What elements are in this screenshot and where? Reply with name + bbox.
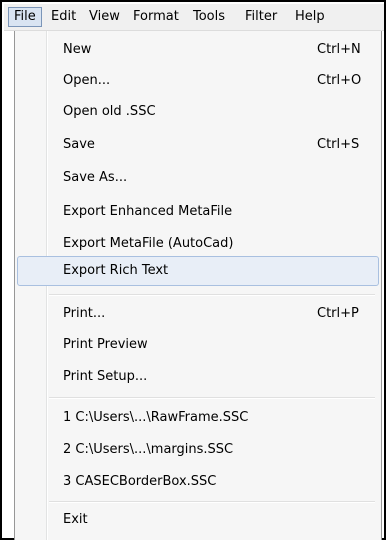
menu-separator xyxy=(49,294,375,296)
menu-item-label: Export Rich Text xyxy=(63,263,169,278)
menu-tools[interactable]: Tools xyxy=(188,7,230,27)
menu-item-label: New xyxy=(63,42,92,57)
menu-item-shortcut: Ctrl+N xyxy=(317,42,361,57)
menu-item-export-metafile-autocad[interactable]: Export MetaFile (AutoCad) xyxy=(17,229,379,259)
menu-item-label: Export MetaFile (AutoCad) xyxy=(63,236,234,251)
menu-item-save-as[interactable]: Save As... xyxy=(17,163,379,193)
menu-item-label: Print Preview xyxy=(63,337,148,352)
menu-separator xyxy=(49,397,375,399)
menu-item-label: Export Enhanced MetaFile xyxy=(63,204,233,219)
menu-item-label: Print... xyxy=(63,306,106,321)
menu-view[interactable]: View xyxy=(84,7,125,27)
menu-item-open-old-ssc[interactable]: Open old .SSC xyxy=(17,97,379,127)
menu-item-label: Save xyxy=(63,137,95,152)
file-menu-dropdown: New Ctrl+N Open... Ctrl+O Open old .SSC … xyxy=(14,31,382,540)
menu-item-recent-file-3[interactable]: 3 CASECBorderBox.SSC xyxy=(17,467,379,497)
menu-item-export-enhanced-metafile[interactable]: Export Enhanced MetaFile xyxy=(17,197,379,227)
menu-item-print[interactable]: Print... Ctrl+P xyxy=(17,299,379,329)
menu-item-shortcut: Ctrl+S xyxy=(317,137,360,152)
menu-item-print-preview[interactable]: Print Preview xyxy=(17,330,379,360)
menu-file[interactable]: File xyxy=(8,7,42,27)
menu-item-label: Print Setup... xyxy=(63,369,148,384)
menu-edit[interactable]: Edit xyxy=(46,7,81,27)
menu-item-save[interactable]: Save Ctrl+S xyxy=(17,130,379,160)
menu-item-label: 1 C:\Users\...\RawFrame.SSC xyxy=(63,410,249,425)
menu-item-recent-file-2[interactable]: 2 C:\Users\...\margins.SSC xyxy=(17,435,379,465)
menu-separator xyxy=(49,501,375,503)
menu-item-label: 2 C:\Users\...\margins.SSC xyxy=(63,442,234,457)
menu-format[interactable]: Format xyxy=(128,7,184,27)
menu-bar: File Edit View Format Tools Filter Help xyxy=(4,4,384,31)
menu-item-export-rich-text[interactable]: Export Rich Text xyxy=(17,256,379,286)
menu-item-open[interactable]: Open... Ctrl+O xyxy=(17,66,379,96)
menu-item-label: 3 CASECBorderBox.SSC xyxy=(63,474,217,489)
menu-item-shortcut: Ctrl+O xyxy=(317,73,362,88)
menu-item-label: Exit xyxy=(63,512,88,527)
menu-item-label: Open old .SSC xyxy=(63,104,156,119)
menu-item-print-setup[interactable]: Print Setup... xyxy=(17,362,379,392)
menu-item-new[interactable]: New Ctrl+N xyxy=(17,35,379,65)
menu-filter[interactable]: Filter xyxy=(240,7,282,27)
menu-item-label: Save As... xyxy=(63,170,128,185)
menu-item-label: Open... xyxy=(63,73,111,88)
application-window: File Edit View Format Tools Filter Help … xyxy=(0,0,386,540)
menu-item-shortcut: Ctrl+P xyxy=(317,306,359,321)
menu-item-exit[interactable]: Exit xyxy=(17,505,379,535)
menu-item-recent-file-1[interactable]: 1 C:\Users\...\RawFrame.SSC xyxy=(17,403,379,433)
menu-help[interactable]: Help xyxy=(290,7,330,27)
